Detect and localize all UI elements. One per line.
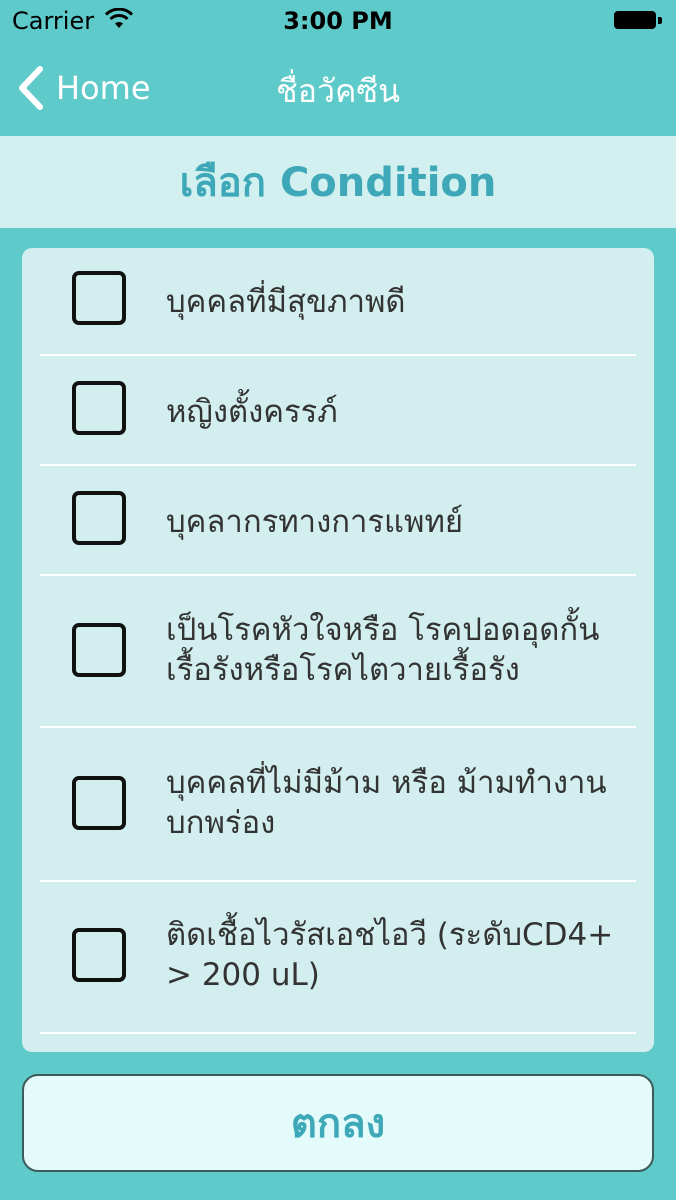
list-item[interactable]: หญิงตั้งครรภ์ bbox=[22, 356, 654, 466]
list-item[interactable]: บุคคลที่มีสุขภาพดี bbox=[22, 248, 654, 356]
condition-label: เป็นโรคหัวใจหรือ โรคปอดอุดกั้นเรื้อรังหร… bbox=[166, 612, 600, 688]
checkbox[interactable] bbox=[72, 928, 126, 982]
condition-label: หญิงตั้งครรภ์ bbox=[166, 394, 338, 430]
checkbox[interactable] bbox=[72, 381, 126, 435]
checkbox[interactable] bbox=[72, 491, 126, 545]
condition-label: บุคลากรทางการแพทย์ bbox=[166, 504, 464, 540]
list-item[interactable]: ติดเชื้อไวรัสเอชไอวี (ระดับCD4+ > 200 uL… bbox=[22, 882, 654, 1034]
confirm-button[interactable]: ตกลง bbox=[22, 1074, 654, 1172]
condition-list: บุคคลที่มีสุขภาพดี หญิงตั้งครรภ์ บุคลากร… bbox=[22, 248, 654, 1052]
condition-label: บุคคลที่มีสุขภาพดี bbox=[166, 284, 406, 320]
section-title: เลือก Condition bbox=[0, 136, 676, 228]
battery-icon bbox=[614, 11, 662, 31]
checkbox[interactable] bbox=[72, 776, 126, 830]
checkbox[interactable] bbox=[72, 623, 126, 677]
condition-label: บุคคลที่ไม่มีม้าม หรือ ม้ามทำงานบกพร่อง bbox=[166, 765, 607, 841]
divider bbox=[40, 1032, 636, 1034]
clock: 3:00 PM bbox=[283, 7, 393, 35]
condition-label: ติดเชื้อไวรัสเอชไอวี (ระดับCD4+ > 200 uL… bbox=[166, 917, 614, 993]
status-bar: Carrier 3:00 PM bbox=[0, 0, 676, 42]
checkbox[interactable] bbox=[72, 271, 126, 325]
list-item[interactable]: เป็นโรคหัวใจหรือ โรคปอดอุดกั้นเรื้อรังหร… bbox=[22, 576, 654, 728]
page-title: ชื่อวัคซีน bbox=[276, 72, 400, 110]
navigation-bar: Home ชื่อวัคซีน bbox=[0, 42, 676, 134]
list-item[interactable]: บุคลากรทางการแพทย์ bbox=[22, 466, 654, 576]
list-item[interactable]: บุคคลที่ไม่มีม้าม หรือ ม้ามทำงานบกพร่อง bbox=[22, 728, 654, 882]
